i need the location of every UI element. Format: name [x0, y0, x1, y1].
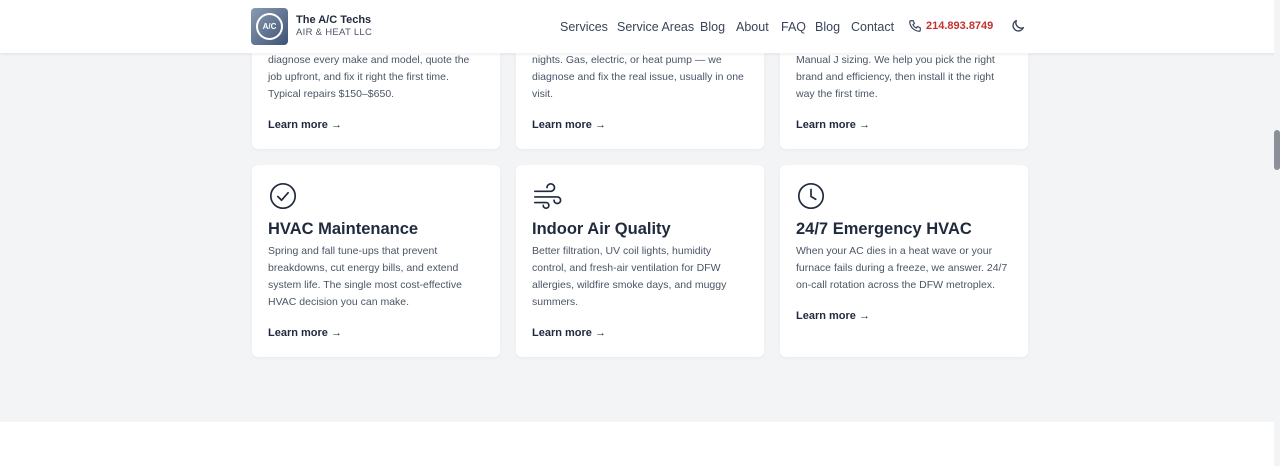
moon-icon[interactable] — [1010, 18, 1026, 34]
nav-blog[interactable]: Blog — [700, 20, 725, 34]
learn-more-link[interactable]: Learn more → — [268, 326, 342, 340]
card-description: When your AC dies in a heat wave or your… — [796, 245, 1008, 291]
service-card-air-quality: Indoor Air Quality Better filtration, UV… — [516, 165, 764, 357]
learn-more-link[interactable]: Learn more → — [796, 309, 870, 323]
service-card-maintenance: HVAC Maintenance Spring and fall tune-up… — [252, 165, 500, 357]
clock-icon — [797, 182, 825, 210]
company-logo[interactable]: A/C — [251, 8, 288, 45]
phone-icon — [909, 20, 921, 32]
card-title: HVAC Maintenance — [268, 220, 419, 238]
next-section-band — [0, 422, 1280, 466]
card-description: nights. Gas, electric, or heat pump — we… — [532, 54, 744, 100]
nav-blog-secondary[interactable]: Blog — [815, 20, 840, 34]
logo-mark: A/C — [256, 13, 283, 40]
check-circle-icon — [269, 182, 297, 210]
nav-service-areas[interactable]: Service Areas — [617, 20, 694, 34]
service-card-emergency: 24/7 Emergency HVAC When your AC dies in… — [780, 165, 1028, 357]
learn-more-link[interactable]: Learn more → — [532, 326, 606, 340]
card-title: 24/7 Emergency HVAC — [796, 220, 972, 238]
card-description: Better filtration, UV coil lights, humid… — [532, 245, 727, 308]
phone-link[interactable]: 214.893.8749 — [926, 19, 993, 33]
wind-icon — [533, 183, 562, 209]
brand-subtitle: AIR & HEAT LLC — [296, 27, 373, 38]
brand-name: The A/C Techs — [296, 14, 372, 26]
nav-contact[interactable]: Contact — [851, 20, 894, 34]
scrollbar-thumb[interactable] — [1274, 130, 1280, 170]
learn-more-link[interactable]: Learn more → — [532, 118, 606, 132]
card-description: Spring and fall tune-ups that prevent br… — [268, 245, 462, 308]
card-description: Manual J sizing. We help you pick the ri… — [796, 54, 995, 100]
nav-faq[interactable]: FAQ — [781, 20, 806, 34]
scrollbar-track[interactable] — [1274, 0, 1280, 466]
brand-block[interactable]: The A/C Techs AIR & HEAT LLC — [296, 14, 372, 39]
card-description: diagnose every make and model, quote the… — [268, 54, 470, 100]
site-header: A/C The A/C Techs AIR & HEAT LLC Service… — [0, 0, 1280, 53]
card-title: Indoor Air Quality — [532, 220, 671, 238]
nav-about[interactable]: About — [736, 20, 769, 34]
learn-more-link[interactable]: Learn more → — [268, 118, 342, 132]
nav-services[interactable]: Services — [560, 20, 608, 34]
learn-more-link[interactable]: Learn more → — [796, 118, 870, 132]
